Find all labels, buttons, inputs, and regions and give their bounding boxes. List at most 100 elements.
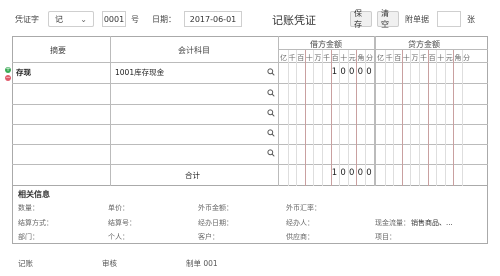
credit-digit-header: 千 [385, 54, 393, 62]
department-label: 部门： [18, 233, 39, 241]
digit-divider [436, 50, 438, 186]
supplier-label: 供应商： [286, 233, 314, 241]
voucher-number-input[interactable]: 0001 [102, 11, 126, 27]
clear-button[interactable]: 清空 [377, 9, 399, 29]
digit-divider [444, 50, 446, 186]
voucher-word-value: 记 [55, 14, 63, 24]
date-label: 日期： [152, 15, 176, 24]
amount-digit: 0 [340, 168, 346, 178]
number-unit-label: 号 [131, 15, 139, 24]
credit-column-header: 贷方金额 [408, 40, 440, 49]
table-header-divider [12, 62, 488, 63]
preparer-label: 制单 001 [186, 259, 218, 268]
amount-digit: 0 [349, 67, 355, 77]
credit-digit-header: 元 [445, 54, 453, 62]
foreign-amount-label: 外币金额： [198, 204, 233, 212]
debit-digit-header: 十 [340, 54, 348, 62]
row-account[interactable]: 1001库存现金 [115, 67, 164, 78]
remove-row-icon[interactable]: − [5, 75, 11, 81]
amount-digit: 0 [349, 168, 355, 178]
handler-label: 经办人： [286, 219, 314, 227]
customer-label: 客户： [198, 233, 219, 241]
digit-divider [427, 50, 429, 186]
row-divider [12, 83, 488, 84]
page-title: 记账凭证 [272, 14, 316, 27]
debit-digit-header: 十 [305, 54, 313, 62]
digit-divider [462, 50, 463, 186]
row-summary[interactable]: 存现 [16, 67, 31, 78]
digit-divider [393, 50, 395, 186]
settlement-number-label: 结算号： [108, 219, 136, 227]
info-panel [12, 186, 488, 244]
debit-digit-header: 百 [297, 54, 305, 62]
handling-date-label: 经办日期： [198, 219, 233, 227]
credit-digit-header: 十 [437, 54, 445, 62]
row-divider [12, 124, 488, 125]
search-icon[interactable] [267, 129, 275, 137]
digit-divider [419, 50, 420, 186]
row-divider [12, 164, 488, 165]
row-divider [12, 144, 488, 145]
debit-digit-header: 百 [331, 54, 339, 62]
credit-digit-header: 百 [428, 54, 436, 62]
digit-divider [384, 50, 386, 186]
account-column-header: 会计科目 [178, 46, 210, 55]
unit-price-label: 单价： [108, 204, 129, 212]
digit-divider [401, 50, 403, 186]
chevron-down-icon: ⌄ [80, 14, 87, 24]
credit-digit-header: 百 [394, 54, 402, 62]
credit-digit-header: 分 [463, 54, 470, 62]
debit-digit-header: 角 [357, 54, 365, 62]
settlement-method-label: 结算方式： [18, 219, 53, 227]
attachments-count-input[interactable] [437, 11, 461, 27]
search-icon[interactable] [267, 109, 275, 117]
exchange-rate-label: 外币汇率： [286, 204, 321, 212]
voucher-word-select[interactable]: 记 ⌄ [48, 11, 94, 27]
credit-digit-header: 十 [402, 54, 410, 62]
digit-divider [322, 50, 323, 186]
credit-digit-header: 千 [420, 54, 427, 62]
amount-digit: 0 [366, 67, 372, 77]
cash-flow-value[interactable]: 销售商品、... [411, 218, 453, 228]
add-row-icon[interactable]: + [5, 67, 11, 73]
debit-digit-header: 亿 [280, 54, 287, 62]
voucher-word-label: 凭证字 [15, 15, 39, 24]
total-label: 合计 [185, 171, 200, 180]
amount-digit: 0 [340, 67, 346, 77]
info-title: 相关信息 [18, 190, 50, 199]
debit-column-header: 借方金额 [310, 40, 342, 49]
debit-digit-header: 千 [323, 54, 330, 62]
date-input[interactable]: 2017-06-01 [184, 11, 242, 27]
quantity-label: 数量： [18, 204, 39, 212]
digit-divider [296, 50, 298, 186]
project-label: 项目： [375, 233, 396, 241]
attachments-label: 附单据 [405, 15, 429, 24]
save-button[interactable]: 保存 [350, 9, 372, 29]
search-icon[interactable] [267, 149, 275, 157]
attachments-unit-label: 张 [467, 15, 475, 24]
search-icon[interactable] [267, 89, 275, 97]
individual-label: 个人： [108, 233, 129, 241]
amount-digit: 1 [331, 168, 338, 178]
debit-digit-header: 分 [366, 54, 373, 62]
row-divider [12, 104, 488, 105]
digit-divider [287, 50, 289, 186]
summary-column-header: 摘要 [50, 46, 66, 55]
digit-divider [453, 50, 455, 186]
credit-digit-header: 亿 [377, 54, 384, 62]
bookkeeper-label: 记账 [18, 259, 33, 268]
amount-digit: 0 [357, 67, 364, 77]
digit-divider [313, 50, 315, 186]
search-icon[interactable] [267, 68, 275, 76]
debit-digit-header: 万 [314, 54, 322, 62]
digit-divider [304, 50, 306, 186]
debit-digit-header: 元 [348, 54, 356, 62]
amount-digit: 1 [331, 67, 338, 77]
credit-digit-header: 角 [454, 54, 462, 62]
reviewer-label: 审核 [102, 259, 117, 268]
debit-digit-header: 千 [288, 54, 296, 62]
col-divider [110, 36, 111, 186]
amount-digit: 0 [357, 168, 364, 178]
cash-flow-label: 现金流量： [375, 219, 410, 227]
credit-digit-header: 万 [411, 54, 419, 62]
